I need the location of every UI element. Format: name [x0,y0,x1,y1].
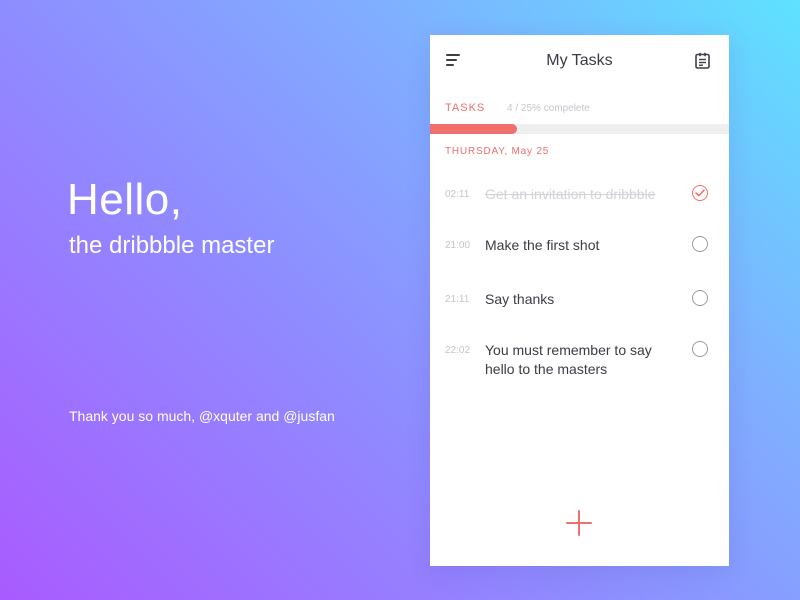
task-time: 22:02 [445,345,471,356]
task-title: You must remember to say hello to the ma… [485,342,652,377]
task-title: Get an invitation to dribbble [485,186,656,202]
task-checkbox[interactable] [692,185,708,201]
task-checkbox[interactable] [692,290,708,306]
task-card: My Tasks TASKS 4 / 25% compelete THURSDA… [430,35,729,566]
progress-text: 4 / 25% compelete [507,103,590,114]
task-checkbox[interactable] [692,341,708,357]
tasks-label: TASKS [445,102,486,114]
card-title: My Tasks [546,52,613,69]
task-checkbox[interactable] [692,236,708,252]
progress-bar [430,124,729,134]
task-title: Make the first shot [485,237,600,253]
task-time: 21:00 [445,240,471,251]
task-time: 02:11 [445,189,470,200]
hero-thanks-text: Thank you so much, @xquter and @jusfan [69,408,335,424]
card-header: My Tasks [430,35,729,87]
checkmark-icon [695,189,705,197]
add-task-button[interactable] [566,510,592,536]
hero-subtitle: the dribbble master [69,232,275,259]
date-label: THURSDAY, May 25 [445,146,550,157]
calendar-icon[interactable] [695,52,710,69]
task-time: 21:11 [445,294,470,305]
hero-title: Hello, [67,175,183,224]
progress-fill [430,124,517,134]
task-title: Say thanks [485,291,555,307]
